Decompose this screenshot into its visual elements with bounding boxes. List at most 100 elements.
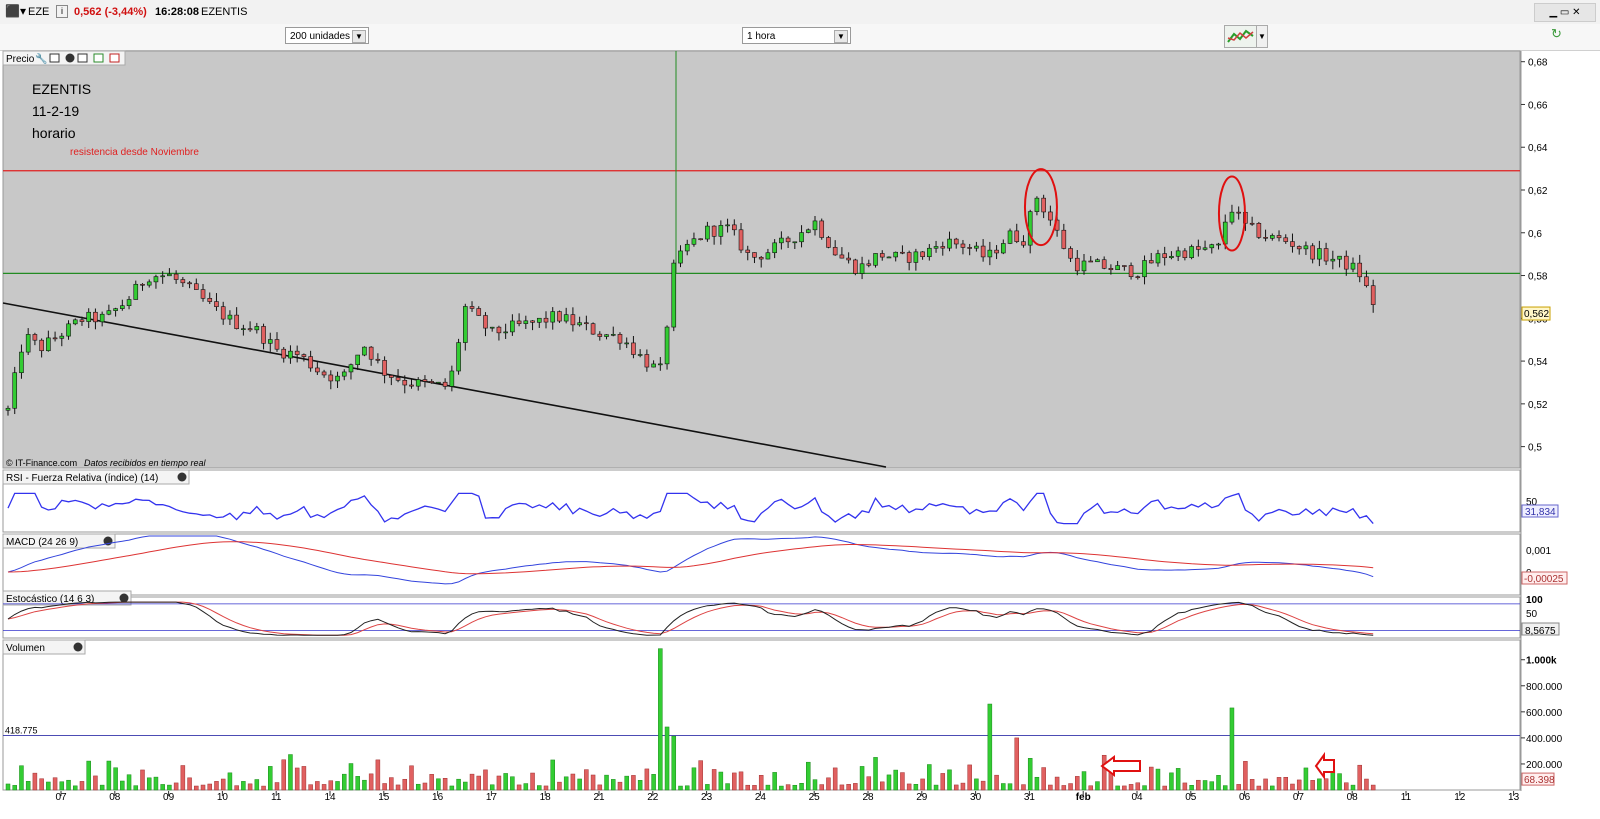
symbol-label[interactable]: EZE bbox=[28, 6, 49, 18]
candle-body bbox=[375, 358, 381, 361]
volume-bar bbox=[1162, 785, 1167, 791]
volume-tick-label: 600.000 bbox=[1526, 708, 1563, 719]
volume-tick-label: 200.000 bbox=[1526, 760, 1563, 771]
volume-bar bbox=[758, 775, 764, 791]
volume-bar bbox=[281, 759, 286, 791]
volume-bar bbox=[1222, 785, 1228, 791]
candle-body bbox=[913, 251, 919, 263]
candle-body bbox=[570, 314, 576, 326]
volume-bar bbox=[1276, 777, 1282, 791]
chart-type-button[interactable] bbox=[1224, 25, 1258, 48]
window-controls[interactable]: ▁ ▭ ✕ bbox=[1534, 3, 1596, 22]
candle-body bbox=[1290, 241, 1295, 247]
candle-body bbox=[597, 333, 603, 337]
volume-panel[interactable] bbox=[2, 639, 1521, 791]
chevron-down-icon[interactable]: ▼ bbox=[834, 30, 848, 43]
volume-bar bbox=[409, 765, 414, 791]
date-tick-label: 04 bbox=[1131, 792, 1143, 803]
rsi-panel[interactable] bbox=[2, 469, 1521, 533]
candle-body bbox=[241, 328, 246, 330]
volume-bar bbox=[1081, 771, 1087, 791]
candle-body bbox=[1041, 197, 1046, 213]
candle-body bbox=[496, 326, 502, 334]
candle-body bbox=[1000, 243, 1006, 254]
close-icon[interactable] bbox=[65, 53, 75, 63]
price-tick-label: 0,64 bbox=[1528, 143, 1548, 154]
volume-bar bbox=[1095, 781, 1100, 791]
candle-body bbox=[590, 323, 596, 335]
candle-body bbox=[617, 334, 623, 344]
date-tick-label: 15 bbox=[378, 792, 390, 803]
title-bar: ⬛▾ EZE i 0,562 (-3,44%) 16:28:08 EZENTIS… bbox=[0, 0, 1600, 25]
candle-body bbox=[1229, 211, 1235, 223]
volume-bar bbox=[584, 769, 589, 791]
chart-type-icon bbox=[1227, 29, 1254, 43]
volume-tick-label: 1.000k bbox=[1526, 656, 1557, 667]
candle-body bbox=[711, 225, 717, 237]
add-icon[interactable] bbox=[77, 53, 88, 63]
price-change: 0,562 (-3,44%) bbox=[74, 6, 147, 18]
volume-bar bbox=[46, 781, 51, 791]
candle-body bbox=[220, 306, 226, 320]
volume-bar bbox=[738, 771, 744, 791]
symbol-icon[interactable]: ⬛▾ bbox=[5, 4, 26, 18]
candle-body bbox=[1048, 211, 1053, 221]
candle-body bbox=[1270, 235, 1275, 239]
close-icon[interactable] bbox=[177, 472, 187, 482]
candle-body bbox=[974, 245, 979, 249]
volume-bar bbox=[496, 775, 502, 791]
volume-bar bbox=[1041, 767, 1046, 791]
candle-body bbox=[1135, 276, 1141, 278]
interval-select[interactable]: 1 hora ▼ bbox=[742, 27, 851, 44]
volume-bar bbox=[328, 780, 334, 791]
volume-bar bbox=[1061, 785, 1067, 791]
volume-bar bbox=[819, 784, 824, 791]
volume-bar bbox=[974, 778, 979, 791]
volume-bar bbox=[133, 785, 139, 791]
volume-bar bbox=[1128, 784, 1134, 791]
candle-body bbox=[1296, 246, 1302, 250]
candle-body bbox=[1061, 229, 1067, 249]
volume-bar bbox=[913, 784, 919, 791]
close-icon[interactable] bbox=[119, 593, 129, 603]
volume-bar bbox=[247, 783, 253, 791]
date-tick-label: 13 bbox=[1508, 792, 1520, 803]
candle-body bbox=[886, 256, 892, 259]
candle-body bbox=[126, 299, 132, 306]
stochastic-panel[interactable] bbox=[2, 596, 1521, 639]
chart-type-dropdown[interactable]: ▼ bbox=[1256, 25, 1268, 48]
volume-bar bbox=[940, 773, 946, 791]
candle-body bbox=[1169, 255, 1174, 259]
wrench-icon[interactable]: 🔧 bbox=[35, 52, 47, 65]
close-icon[interactable] bbox=[73, 642, 83, 652]
volume-bar bbox=[1370, 784, 1376, 791]
candle-body bbox=[819, 220, 825, 238]
candle-body bbox=[489, 326, 495, 329]
units-select[interactable]: 200 unidades ▼ bbox=[285, 27, 369, 44]
volume-bar bbox=[832, 767, 838, 791]
volume-bar bbox=[86, 760, 91, 791]
refresh-icon[interactable]: ↻ bbox=[1551, 26, 1567, 46]
chevron-down-icon[interactable]: ▼ bbox=[352, 30, 366, 43]
candle-body bbox=[227, 314, 233, 320]
volume-tick-label: 800.000 bbox=[1526, 682, 1563, 693]
volume-bar bbox=[483, 769, 488, 791]
candle-body bbox=[779, 237, 784, 244]
candle-body bbox=[1249, 222, 1255, 225]
candle-body bbox=[987, 249, 993, 258]
candle-body bbox=[577, 322, 582, 326]
candle-body bbox=[1175, 250, 1181, 257]
volume-bar bbox=[530, 772, 535, 791]
price-tick-label: 0,58 bbox=[1528, 272, 1548, 283]
volume-bar bbox=[126, 774, 132, 791]
volume-bar bbox=[1243, 761, 1248, 791]
candle-body bbox=[200, 289, 206, 299]
window-icon[interactable] bbox=[49, 53, 60, 63]
candle-body bbox=[234, 314, 239, 329]
delete-icon[interactable] bbox=[109, 53, 120, 63]
export-icon[interactable] bbox=[93, 53, 104, 63]
volume-bar bbox=[792, 784, 798, 791]
volume-bar bbox=[516, 784, 522, 791]
volume-bar bbox=[1189, 785, 1194, 791]
info-icon[interactable]: i bbox=[56, 5, 68, 18]
